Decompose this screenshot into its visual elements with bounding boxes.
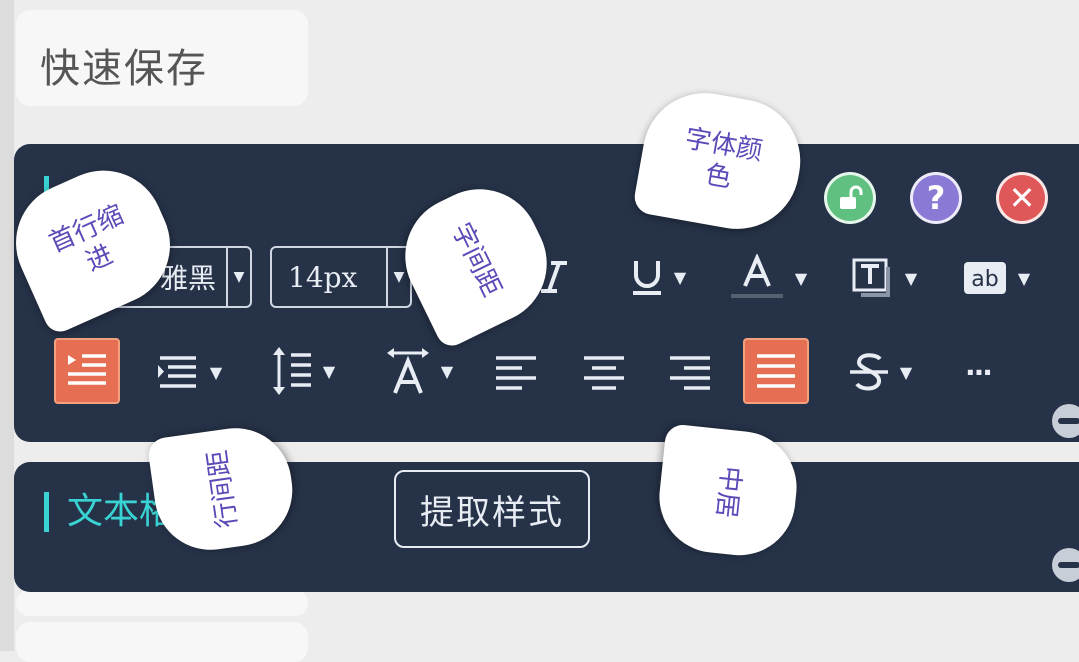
callout-text: 行间距 <box>202 448 244 530</box>
font-color-button[interactable]: ▼ <box>722 248 814 308</box>
help-button[interactable]: ? <box>910 172 962 224</box>
chevron-down-icon: ▼ <box>440 361 454 381</box>
chevron-down-icon: ▼ <box>899 362 913 382</box>
chevron-down-icon: ▼ <box>673 267 687 287</box>
extract-style-button[interactable]: 提取样式 <box>394 470 590 548</box>
svg-text:ab: ab <box>971 267 998 292</box>
quick-save-button[interactable]: 快速保存 <box>16 10 308 106</box>
justify-button[interactable] <box>743 338 809 404</box>
minimize-icon[interactable] <box>1052 548 1079 582</box>
text-border-button[interactable]: ab ▼ <box>954 252 1038 304</box>
chevron-down-icon: ▼ <box>904 268 918 288</box>
chevron-down-icon: ▼ <box>1017 268 1031 288</box>
close-icon: ✕ <box>1008 179 1036 217</box>
chevron-down-icon: ▼ <box>226 248 250 306</box>
minimize-icon[interactable] <box>1052 404 1079 438</box>
left-strip <box>0 0 14 651</box>
unlock-button[interactable] <box>824 172 876 224</box>
line-height-button[interactable]: ▼ <box>260 340 346 402</box>
callout-text: 中居 <box>710 464 746 520</box>
callout-text: 字间距 <box>445 218 507 302</box>
quick-save-label: 快速保存 <box>40 46 208 92</box>
strikethrough-icon <box>849 353 888 391</box>
letter-spacing-icon <box>386 348 429 394</box>
sidebar-card[interactable] <box>16 590 308 616</box>
text-panel: 文本 ? ✕ 雅黑 ▼ 14px ▼ ▼ ▼ <box>14 144 1079 442</box>
underline-button[interactable]: ▼ <box>618 252 698 302</box>
justify-icon <box>757 354 795 388</box>
align-left-button[interactable] <box>492 348 540 398</box>
align-right-icon <box>670 356 710 390</box>
align-right-button[interactable] <box>666 348 714 398</box>
chevron-down-icon: ▼ <box>794 268 808 288</box>
text-background-icon <box>852 258 890 297</box>
text-background-button[interactable]: ▼ <box>842 252 926 304</box>
underline-icon <box>632 261 661 295</box>
unlock-icon <box>840 185 863 209</box>
sidebar-card[interactable] <box>16 622 308 662</box>
first-line-indent-button[interactable] <box>54 338 120 404</box>
font-color-icon <box>730 254 783 298</box>
paragraph-spacing-button[interactable]: ▼ <box>146 346 232 398</box>
first-line-indent-icon <box>68 354 106 385</box>
chevron-down-icon: ▼ <box>322 361 336 381</box>
paragraph-spacing-icon <box>157 356 196 388</box>
font-size-select[interactable]: 14px ▼ <box>270 246 412 308</box>
more-button[interactable]: ··· <box>952 352 1004 392</box>
more-icon: ··· <box>965 355 993 389</box>
align-center-button[interactable] <box>580 348 628 398</box>
text-border-icon: ab <box>963 262 1006 294</box>
font-size-value: 14px <box>288 260 358 294</box>
letter-spacing-button[interactable]: ▼ <box>376 340 462 402</box>
close-button[interactable]: ✕ <box>996 172 1048 224</box>
chevron-down-icon: ▼ <box>209 362 223 382</box>
align-center-icon <box>584 356 624 390</box>
align-left-icon <box>496 356 536 390</box>
help-icon: ? <box>926 179 946 217</box>
line-height-icon <box>272 347 311 395</box>
strikethrough-button[interactable]: ▼ <box>840 346 920 398</box>
